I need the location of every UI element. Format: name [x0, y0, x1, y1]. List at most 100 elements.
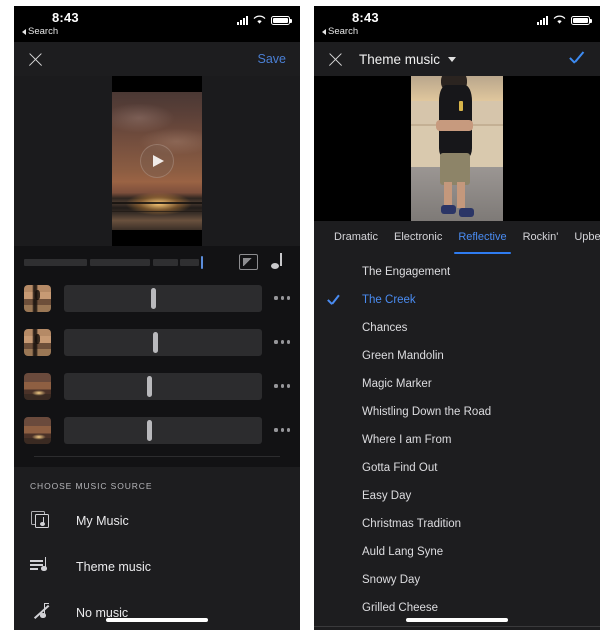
check-icon: [328, 546, 350, 558]
list-item[interactable]: Where I am From: [314, 426, 600, 454]
check-icon: [328, 322, 350, 334]
list-item[interactable]: Magic Marker: [314, 370, 600, 398]
status-back-to-search[interactable]: Search: [22, 26, 58, 37]
close-icon[interactable]: [328, 52, 343, 67]
list-item[interactable]: The Creek: [314, 286, 600, 314]
wifi-icon: [253, 15, 266, 24]
back-arrow-icon: [22, 28, 26, 35]
track-name: Auld Lang Syne: [362, 546, 444, 558]
wifi-icon: [553, 15, 566, 24]
track-name: Green Mandolin: [362, 350, 444, 362]
track-name: Easy Day: [362, 490, 412, 502]
tab-rockin[interactable]: Rockin': [515, 221, 567, 254]
list-item[interactable]: Snowy Day: [314, 566, 600, 594]
track-name: Christmas Tradition: [362, 518, 462, 530]
photo-preview[interactable]: [314, 76, 600, 221]
track-name: Where I am From: [362, 434, 452, 446]
crop-icon[interactable]: [239, 254, 258, 270]
table-row[interactable]: [24, 412, 290, 448]
list-item[interactable]: Easy Day: [314, 482, 600, 510]
status-back-to-search[interactable]: Search: [322, 26, 358, 37]
page-title: Theme music: [359, 51, 441, 67]
slider-knob[interactable]: [153, 331, 159, 353]
music-source-item-my-music[interactable]: My Music: [14, 503, 300, 539]
table-row[interactable]: [24, 280, 290, 316]
screenshot-stage: 8:43 Search Save CHOOSE MUSIC SOURCE My …: [0, 0, 600, 636]
play-icon[interactable]: [140, 144, 174, 178]
photo-subject-sandal: [458, 207, 474, 217]
list-item[interactable]: Green Mandolin: [314, 342, 600, 370]
shore-line: [112, 210, 202, 212]
table-row[interactable]: [24, 368, 290, 404]
check-icon: [328, 518, 350, 530]
tab-dramatic[interactable]: Dramatic: [326, 221, 386, 254]
clip-volume-slider[interactable]: [64, 372, 263, 400]
photo-subject-leg: [457, 181, 466, 208]
clip-thumbnail[interactable]: [24, 372, 51, 400]
status-back-label: Search: [328, 26, 359, 37]
shore-line: [112, 202, 202, 204]
clip-thumbnail[interactable]: [24, 416, 51, 444]
back-arrow-icon: [322, 28, 326, 35]
track-name: Grilled Cheese: [362, 602, 439, 614]
save-button[interactable]: Save: [258, 52, 287, 66]
check-icon[interactable]: [570, 54, 586, 64]
scrub-segment: [152, 258, 179, 266]
home-indicator[interactable]: [406, 617, 508, 622]
tab-upbeat[interactable]: Upbeat: [566, 221, 600, 254]
clip-volume-slider[interactable]: [64, 416, 263, 444]
genre-tab-bar: Dramatic Electronic Reflective Rockin' U…: [314, 221, 600, 254]
close-icon[interactable]: [28, 52, 43, 67]
check-icon: [328, 490, 350, 502]
clip-thumbnail[interactable]: [24, 284, 51, 312]
status-bar-right: 8:43 Search: [314, 6, 600, 42]
list-item[interactable]: The Engagement: [314, 258, 600, 286]
music-note-icon[interactable]: [270, 253, 286, 271]
list-item[interactable]: Chances: [314, 314, 600, 342]
slider-knob[interactable]: [147, 419, 153, 441]
list-item[interactable]: Auld Lang Syne: [314, 538, 600, 566]
timeline-scrubber-row: [14, 246, 300, 278]
clip-volume-slider[interactable]: [64, 284, 263, 312]
tab-electronic[interactable]: Electronic: [386, 221, 450, 254]
track-name: The Creek: [362, 294, 416, 306]
left-phone-screen: 8:43 Search Save CHOOSE MUSIC SOURCE My …: [14, 6, 300, 630]
track-name: Chances: [362, 322, 408, 334]
check-icon: [328, 602, 350, 614]
status-time: 8:43: [52, 10, 79, 25]
check-icon: [328, 434, 350, 446]
home-indicator[interactable]: [106, 617, 208, 622]
playhead-marker[interactable]: [201, 255, 204, 269]
tab-reflective[interactable]: Reflective: [450, 221, 514, 254]
music-source-item-no-music[interactable]: No music: [14, 595, 300, 630]
status-time: 8:43: [352, 10, 379, 25]
more-options-icon[interactable]: [274, 428, 290, 432]
cellular-icon: [237, 15, 248, 25]
slider-knob[interactable]: [151, 287, 157, 309]
photo-subject-arms: [435, 119, 473, 132]
playlist-music-icon: [30, 556, 56, 578]
more-options-icon[interactable]: [274, 340, 290, 344]
track-name: Whistling Down the Road: [362, 406, 492, 418]
clip-track-list: [14, 278, 300, 467]
chevron-down-icon[interactable]: [448, 56, 457, 62]
list-item[interactable]: Whistling Down the Road: [314, 398, 600, 426]
theme-music-track-list: The Engagement The Creek Chances Green M…: [314, 254, 600, 627]
music-source-label: My Music: [76, 514, 129, 528]
scrub-segment: [90, 258, 150, 266]
music-source-section: CHOOSE MUSIC SOURCE My Music Theme music…: [14, 467, 300, 629]
track-name: Snowy Day: [362, 574, 421, 586]
clip-volume-slider[interactable]: [64, 328, 263, 356]
scrub-track[interactable]: [24, 255, 235, 269]
video-frame: [112, 76, 202, 246]
clip-thumbnail[interactable]: [24, 328, 51, 356]
left-nav-bar: Save: [14, 42, 300, 76]
table-row[interactable]: [24, 324, 290, 360]
list-item[interactable]: Gotta Find Out: [314, 454, 600, 482]
video-preview[interactable]: [14, 76, 300, 246]
more-options-icon[interactable]: [274, 384, 290, 388]
slider-knob[interactable]: [147, 375, 153, 397]
music-source-item-theme-music[interactable]: Theme music: [14, 549, 300, 585]
more-options-icon[interactable]: [274, 296, 290, 300]
list-item[interactable]: Christmas Tradition: [314, 510, 600, 538]
